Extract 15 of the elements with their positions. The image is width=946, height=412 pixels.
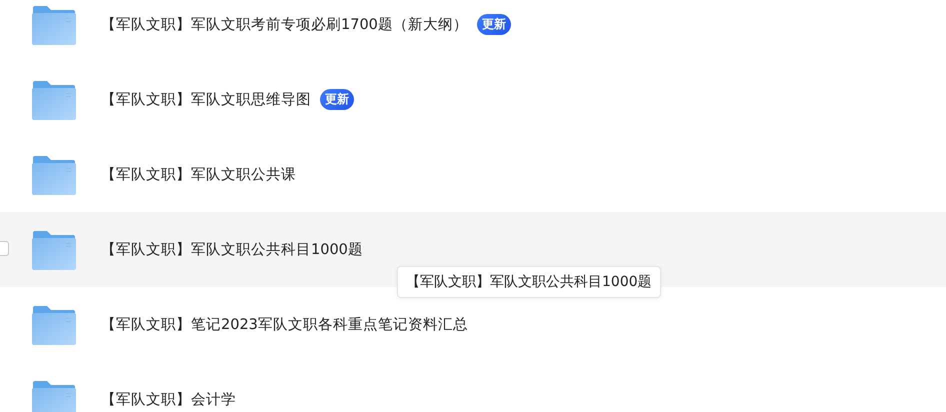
folder-icon <box>32 230 76 270</box>
folder-name[interactable]: 【军队文职】军队文职公共科目1000题 <box>101 240 363 259</box>
folder-icon <box>32 154 76 194</box>
folder-name[interactable]: 【军队文职】军队文职考前专项必刷1700题（新大纲） <box>101 15 468 34</box>
folder-name[interactable]: 【军队文职】军队文职公共课 <box>101 165 296 184</box>
folder-icon <box>32 4 76 44</box>
folder-name[interactable]: 【军队文职】会计学 <box>101 390 236 409</box>
update-badge: 更新 <box>476 14 511 35</box>
tooltip: 【军队文职】军队文职公共科目1000题 <box>397 266 661 298</box>
folder-icon <box>32 304 76 344</box>
folder-name[interactable]: 【军队文职】军队文职思维导图 <box>101 90 311 109</box>
update-badge: 更新 <box>320 89 354 110</box>
folder-icon <box>32 380 76 412</box>
folder-icon <box>32 80 76 120</box>
folder-name[interactable]: 【军队文职】笔记2023军队文职各科重点笔记资料汇总 <box>101 315 468 334</box>
